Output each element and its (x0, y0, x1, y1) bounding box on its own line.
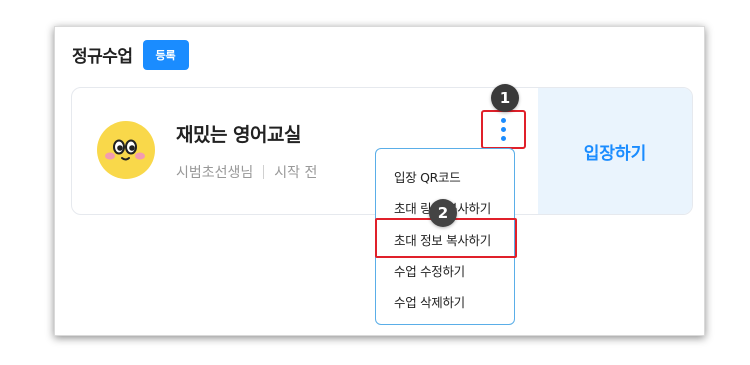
section-header: 정규수업 등록 (72, 39, 189, 70)
register-button[interactable]: 등록 (142, 40, 189, 70)
class-meta: 시범초선생님 시작 전 (176, 162, 317, 182)
enter-button[interactable]: 입장하기 (538, 88, 692, 214)
section-title: 정규수업 (72, 46, 133, 67)
more-options-button[interactable] (481, 110, 526, 149)
class-title: 재밌는 영어교실 (176, 124, 301, 146)
more-vertical-icon (501, 116, 506, 143)
step-badge-1: 1 (491, 84, 519, 112)
menu-item-edit-class[interactable]: 수업 수정하기 (394, 261, 465, 280)
class-status: 시작 전 (274, 165, 318, 181)
menu-item-qr-code[interactable]: 입장 QR코드 (394, 167, 461, 186)
meta-divider (263, 165, 265, 179)
step-badge-2: 2 (429, 199, 457, 227)
smiley-avatar (97, 121, 155, 179)
menu-item-delete-class[interactable]: 수업 삭제하기 (394, 292, 465, 311)
teacher-name: 시범초선생님 (176, 165, 254, 181)
